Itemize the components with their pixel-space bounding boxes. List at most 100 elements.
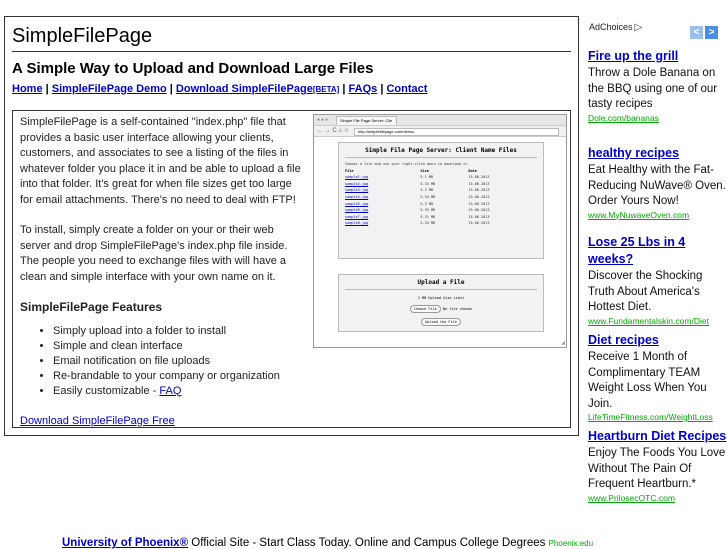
file-row: sample5.jpg 5.3 MB 15-06-2013 (345, 200, 537, 207)
file-date: 15-06-2013 (468, 195, 490, 200)
download-link[interactable]: Download SimpleFilePage Free (20, 415, 175, 427)
feature-item: Email notification on file uploads (53, 354, 305, 369)
files-table: File Size Date sample1.jpg 5.1 MB 15-06-20… (345, 168, 537, 227)
upload-limit: 1 MB Upload Size Limit (417, 296, 465, 300)
ad-unit[interactable]: Fire up the grill Throw a Dole Banana on… (588, 48, 727, 124)
ad-headline[interactable]: Lose 25 Lbs in 4 weeks? (588, 234, 727, 268)
file-date: 15-06-2013 (468, 201, 490, 206)
ad-url[interactable]: www.Fundamentalskin.com/Diet (588, 316, 727, 327)
ad-url[interactable]: www.PrilosecOTC.com (588, 493, 727, 504)
file-name: sample3.jpg (345, 188, 369, 193)
upload-divider (345, 289, 537, 290)
ad-url[interactable]: www.MyNuwaveOven.com (588, 210, 727, 221)
description: SimpleFilePage is a self-contained "inde… (20, 115, 305, 429)
ad-next-icon[interactable]: > (705, 26, 718, 39)
ad-headline[interactable]: healthy recipes (588, 145, 727, 162)
page-subtitle: A Simple Way to Upload and Download Larg… (12, 60, 374, 77)
features-list: Simply upload into a folder to install S… (20, 324, 305, 399)
feature-item: Re-brandable to your company or organiza… (53, 369, 305, 384)
file-date: 15-06-2013 (468, 221, 490, 226)
ad-description: Eat Healthy with the Fat-Reducing NuWave… (588, 164, 726, 207)
bottom-ad-headline[interactable]: University of Phoenix® (62, 537, 188, 549)
file-chooser: Choose File No file chosen (339, 305, 543, 313)
feature-item: Simply upload into a folder to install (53, 324, 305, 339)
ad-headline[interactable]: Heartburn Diet Recipes (588, 428, 727, 445)
panel-divider (345, 157, 537, 158)
resize-grip-icon: ◢ (561, 340, 565, 346)
file-size: 5.33 MB (420, 208, 436, 213)
file-row: sample1.jpg 5.1 MB 15-06-2013 (345, 174, 537, 181)
file-row: sample3.jpg 5.3 MB 15-06-2013 (345, 187, 537, 194)
nav-faqs-link[interactable]: FAQs (349, 83, 378, 95)
file-name: sample7.jpg (345, 214, 369, 219)
bottom-ad-url[interactable]: Phoenix.edu (549, 539, 593, 548)
files-panel: Simple File Page Server: Client Name Fil… (338, 142, 544, 259)
top-nav: Home | SimpleFilePage Demo | Download Si… (12, 83, 428, 95)
file-date: 15-06-2013 (468, 214, 490, 219)
demo-screenshot: ●●● Simple File Page Server: Clie ← → C … (313, 114, 567, 348)
ad-unit[interactable]: healthy recipes Eat Healthy with the Fat… (588, 145, 727, 221)
upload-button: Upload the File (421, 318, 461, 326)
nav-contact-link[interactable]: Contact (386, 83, 427, 95)
nav-demo-link[interactable]: SimpleFilePage Demo (52, 83, 167, 95)
file-size: 5.31 MB (420, 214, 436, 219)
files-note: Choose a file and use your right-click m… (345, 162, 470, 166)
address-bar: http://simplefilepage.com/demo/ (354, 128, 559, 136)
ad-prev-icon[interactable]: < (690, 26, 703, 39)
file-name: sample1.jpg (345, 175, 369, 180)
nav-home-link[interactable]: Home (12, 83, 43, 95)
file-size: 5.3 MB (420, 188, 434, 193)
nav-download-link[interactable]: Download SimpleFilePage[BETA] (176, 83, 339, 95)
file-size: 5.34 MB (420, 195, 436, 200)
file-row: sample7.jpg 5.31 MB 15-06-2013 (345, 214, 537, 221)
upload-title: Upload a File (417, 279, 465, 286)
ad-unit[interactable]: Diet recipes Receive 1 Month of Complime… (588, 332, 727, 423)
ad-unit[interactable]: Heartburn Diet Recipes Enjoy The Foods Y… (588, 428, 727, 504)
main-frame: SimpleFilePage A Simple Way to Upload an… (4, 16, 579, 436)
window-buttons-icon: ●●● (317, 117, 330, 123)
browser-toolbar: ← → C ⌂ ☆ http://simplefilepage.com/demo… (314, 126, 566, 137)
nav-download-label: Download SimpleFilePage (175, 83, 313, 95)
ad-headline[interactable]: Fire up the grill (588, 48, 727, 65)
files-panel-title: Simple File Page Server: Client Name Fil… (365, 147, 517, 154)
choose-file-button: Choose File (409, 305, 441, 313)
file-date: 15-06-2013 (468, 175, 490, 180)
ad-headline[interactable]: Diet recipes (588, 332, 727, 349)
browser-nav-icons: ← → C ⌂ ☆ (317, 128, 350, 134)
bottom-ad-description: Official Site - Start Class Today. Onlin… (191, 537, 546, 549)
file-date: 15-06-2013 (468, 188, 490, 193)
intro-paragraph: SimpleFilePage is a self-contained "inde… (20, 116, 301, 206)
file-row: sample2.jpg 5.33 MB 15-06-2013 (345, 181, 537, 188)
ad-unit[interactable]: Lose 25 Lbs in 4 weeks? Discover the Sho… (588, 234, 727, 327)
content-box: SimpleFilePage is a self-contained "inde… (12, 110, 571, 428)
ad-description: Discover the Shocking Truth About Americ… (588, 270, 703, 313)
browser-tab: Simple File Page Server: Clie (336, 116, 397, 125)
faq-link[interactable]: FAQ (159, 385, 181, 397)
file-size: 5.3 MB (420, 201, 434, 206)
adchoices[interactable]: AdChoices ▷ (589, 22, 642, 33)
file-name: sample6.jpg (345, 208, 369, 213)
file-size: 5.33 MB (420, 181, 436, 186)
file-name: sample2.jpg (345, 181, 369, 186)
feature-item: Easily customizable - FAQ (53, 384, 305, 399)
file-name: sample8.jpg (345, 221, 369, 226)
ad-description: Receive 1 Month of Complimentary TEAM We… (588, 351, 707, 410)
file-row: sample6.jpg 5.33 MB 15-06-2013 (345, 207, 537, 214)
file-size: 5.34 MB (420, 221, 436, 226)
bottom-ad[interactable]: University of Phoenix® Official Site - S… (62, 537, 593, 549)
file-rows: sample1.jpg 5.1 MB 15-06-2013 sample2.jpg 5.… (345, 174, 537, 227)
file-row: sample4.jpg 5.34 MB 15-06-2013 (345, 194, 537, 201)
adchoices-icon: ▷ (634, 22, 643, 33)
no-file-label: No file chosen (442, 307, 473, 311)
title-divider (12, 51, 571, 52)
feature-item-text: Easily customizable - (53, 384, 160, 397)
feature-item: Simple and clean interface (53, 339, 305, 354)
ad-description: Enjoy The Foods You Love Without The Pai… (588, 447, 726, 490)
page-title: SimpleFilePage (12, 25, 153, 47)
beta-tag: [BETA] (312, 85, 340, 94)
ad-description: Throw a Dole Banana on the BBQ using one… (588, 67, 718, 110)
ad-url[interactable]: LifeTimeFitness.com/WeightLoss (588, 412, 727, 423)
file-name: sample5.jpg (345, 201, 369, 206)
ad-nav: < > (688, 22, 718, 40)
ad-url[interactable]: Dole.com/bananas (588, 113, 727, 124)
